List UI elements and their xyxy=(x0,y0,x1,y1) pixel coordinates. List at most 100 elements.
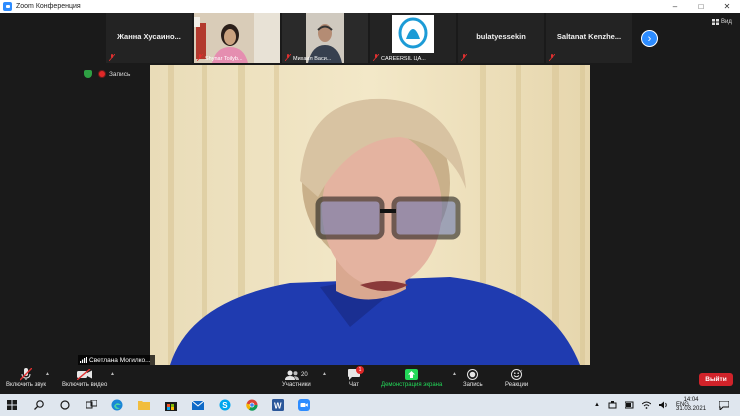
grid-icon xyxy=(712,19,719,25)
taskbar-app-mail[interactable] xyxy=(191,398,205,412)
windows-taskbar: S W ▲ ENG 14:04 31.03.2021 xyxy=(0,394,740,416)
participants-button[interactable]: 20 Участники xyxy=(282,367,311,388)
participant-label: CAREERSIL ЦА... xyxy=(381,56,426,62)
participant-tile[interactable]: Shynar Toilyb... xyxy=(194,13,280,63)
recording-indicator[interactable]: Запись xyxy=(98,70,130,78)
taskbar-app-explorer[interactable] xyxy=(137,398,151,412)
muted-mic-icon xyxy=(285,54,291,61)
participant-name: Жанна Хусаино... xyxy=(117,32,181,41)
meeting-indicators: Запись xyxy=(84,70,130,78)
muted-mic-icon xyxy=(197,54,203,61)
zoom-app-icon xyxy=(3,2,12,11)
muted-mic-icon xyxy=(373,54,379,61)
participant-tile[interactable]: Saltanat Kenzhe... xyxy=(546,13,632,63)
participants-caret-icon[interactable]: ▲ xyxy=(322,371,327,377)
leave-meeting-button[interactable]: Выйти xyxy=(699,373,733,386)
taskbar-app-chrome[interactable] xyxy=(245,398,259,412)
folder-icon xyxy=(138,401,150,410)
participant-name: Saltanat Kenzhe... xyxy=(556,32,622,41)
maximize-button[interactable]: □ xyxy=(688,0,714,13)
store-bag-icon xyxy=(165,402,177,411)
battery-icon[interactable] xyxy=(624,401,634,409)
cortana-circle-icon xyxy=(60,400,70,410)
start-video-label: Включить видео xyxy=(62,382,108,388)
usb-device-icon[interactable] xyxy=(608,401,617,409)
word-icon: W xyxy=(272,399,284,411)
encryption-shield-icon[interactable] xyxy=(84,70,92,78)
zoom-app-icon xyxy=(298,399,310,411)
edge-browser-icon xyxy=(111,399,123,411)
chrome-icon xyxy=(246,399,258,411)
participant-tile[interactable]: CAREERSIL ЦА... xyxy=(370,13,456,63)
speaker-name: Светлана Могилко... xyxy=(89,356,151,364)
share-options-caret-icon[interactable]: ▲ xyxy=(452,371,457,377)
participant-name: bulatyessekin xyxy=(476,32,526,41)
participants-count: 20 xyxy=(300,371,308,378)
participant-tile[interactable]: Михаил Васи... xyxy=(282,13,368,63)
minimize-button[interactable]: – xyxy=(662,0,688,13)
muted-mic-icon xyxy=(461,54,467,61)
svg-text:S: S xyxy=(222,401,228,410)
start-video-button[interactable]: Включить видео xyxy=(62,367,107,388)
system-tray: ▲ ENG xyxy=(594,394,689,416)
close-button[interactable]: ✕ xyxy=(714,0,740,13)
title-bar: Zoom Конференция – □ ✕ xyxy=(0,0,740,13)
participant-tile[interactable]: bulatyessekin xyxy=(458,13,544,63)
svg-text:+: + xyxy=(520,369,523,373)
meeting-toolbar: Включить звук ▲ Включить видео ▲ 20 Учас… xyxy=(0,365,740,394)
start-button[interactable] xyxy=(5,398,19,412)
clock-time: 14:04 xyxy=(683,397,699,403)
record-dot-icon xyxy=(98,70,106,78)
record-button[interactable]: Запись xyxy=(463,367,483,388)
audio-options-caret-icon[interactable]: ▲ xyxy=(45,371,50,377)
window-controls: – □ ✕ xyxy=(662,0,740,13)
reactions-smiley-icon: + xyxy=(510,369,523,380)
taskbar-app-word[interactable]: W xyxy=(271,398,285,412)
share-screen-label: Демонстрация экрана xyxy=(381,382,443,388)
chat-button[interactable]: 1 Чат xyxy=(348,366,364,388)
participants-icon xyxy=(284,370,299,380)
scroll-right-button[interactable]: › xyxy=(641,30,658,47)
chat-label: Чат xyxy=(349,382,359,388)
taskbar-clock[interactable]: 14:04 31.03.2021 xyxy=(676,396,706,414)
reactions-button[interactable]: + Реакции xyxy=(505,367,528,388)
task-view-button[interactable] xyxy=(84,398,98,412)
zoom-window: Zoom Конференция – □ ✕ Жанна Хусаино... … xyxy=(0,0,740,394)
record-icon xyxy=(467,369,479,380)
video-options-caret-icon[interactable]: ▲ xyxy=(110,371,115,377)
cortana-button[interactable] xyxy=(58,398,72,412)
taskbar-app-skype[interactable]: S xyxy=(218,398,232,412)
taskbar-app-store[interactable] xyxy=(164,398,178,412)
wifi-icon[interactable] xyxy=(641,401,651,409)
active-speaker-video[interactable] xyxy=(150,65,590,365)
view-button[interactable]: Вид xyxy=(712,19,732,25)
chat-unread-badge: 1 xyxy=(356,366,364,374)
muted-mic-icon xyxy=(109,54,115,61)
windows-logo-icon xyxy=(7,400,17,410)
unmute-button[interactable]: Включить звук xyxy=(6,367,46,388)
volume-icon[interactable] xyxy=(658,401,668,409)
chevron-right-icon: › xyxy=(647,32,652,45)
notification-center-icon xyxy=(719,400,729,410)
taskbar-app-edge[interactable] xyxy=(110,398,124,412)
video-off-icon xyxy=(77,369,93,380)
tray-overflow-chevron-icon[interactable]: ▲ xyxy=(594,402,600,408)
muted-mic-icon xyxy=(549,54,555,61)
participant-label: Shynar Toilyb... xyxy=(205,56,243,62)
muted-mic-icon xyxy=(20,368,32,381)
active-speaker-name-tag: Светлана Могилко... xyxy=(78,355,155,365)
share-screen-button[interactable]: Демонстрация экрана xyxy=(381,367,442,388)
skype-icon: S xyxy=(219,399,231,411)
share-screen-icon xyxy=(405,369,419,380)
svg-text:W: W xyxy=(274,402,282,411)
record-label: Запись xyxy=(463,382,483,388)
participant-strip: Жанна Хусаино... Shynar Toilyb... Михаил… xyxy=(0,13,740,65)
participant-tile[interactable]: Жанна Хусаино... xyxy=(106,13,192,63)
reactions-label: Реакции xyxy=(505,382,529,388)
signal-bars-icon xyxy=(80,357,87,363)
notifications-button[interactable] xyxy=(717,398,731,412)
window-title: Zoom Конференция xyxy=(16,3,81,10)
task-view-icon xyxy=(85,400,97,409)
taskbar-app-zoom[interactable] xyxy=(297,398,311,412)
search-button[interactable] xyxy=(32,398,46,412)
